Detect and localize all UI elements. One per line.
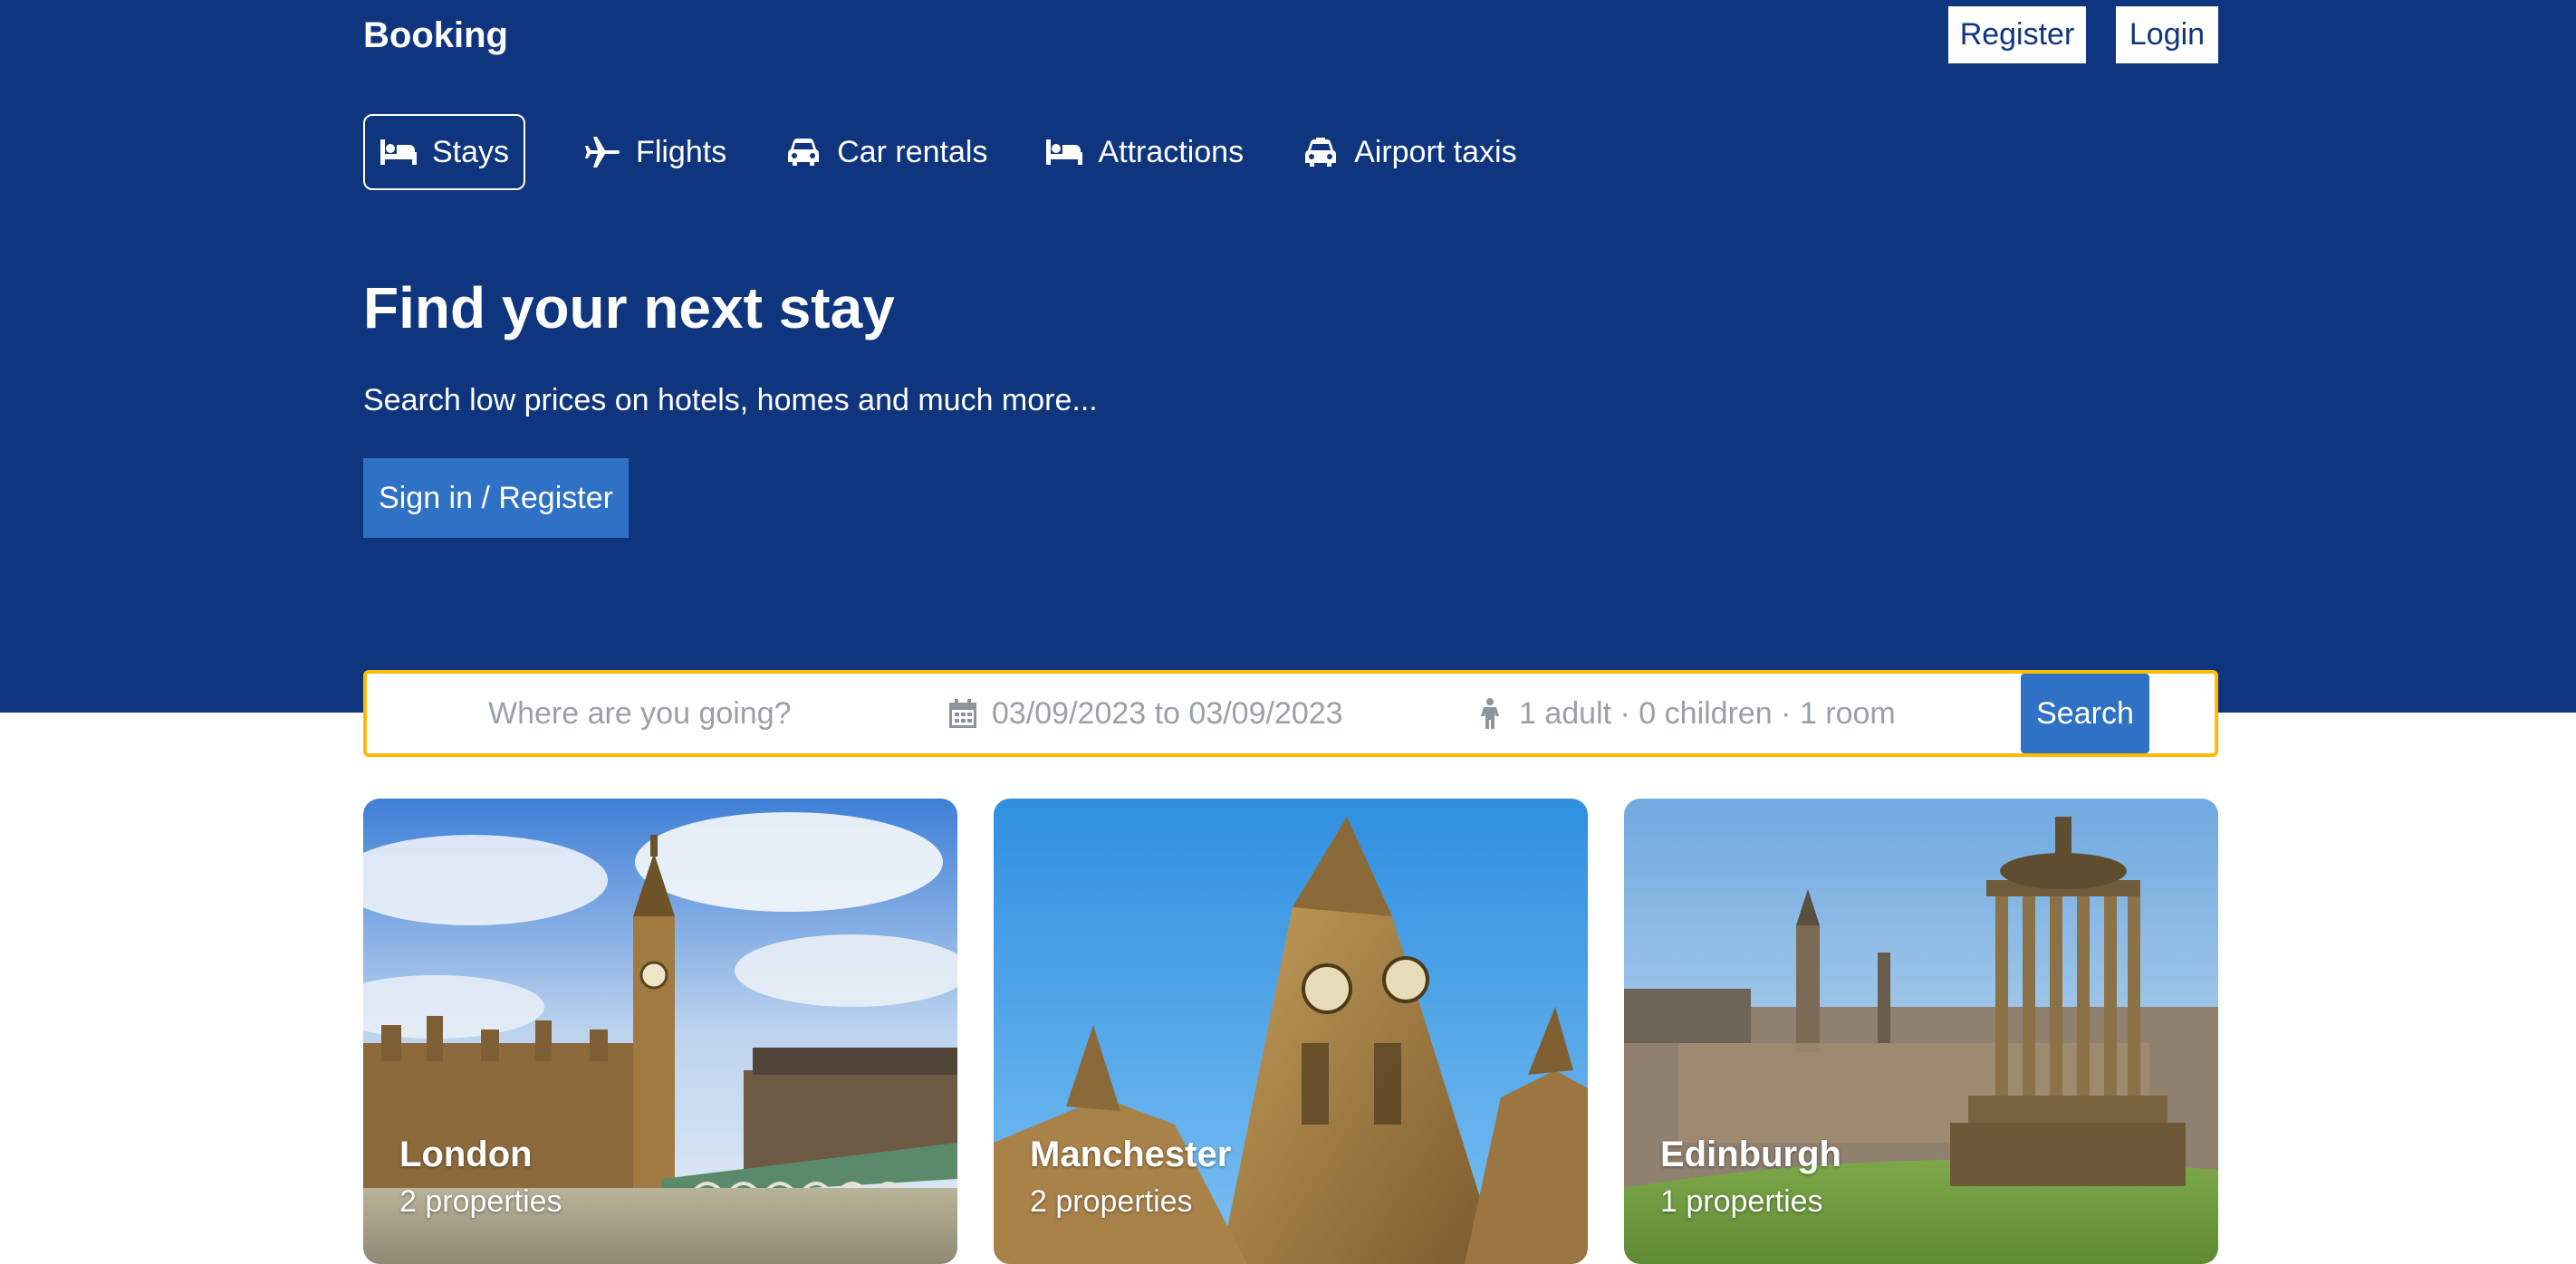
destination-card-london[interactable]: London 2 properties [363,799,957,1264]
destination-card-manchester[interactable]: Manchester 2 properties [994,799,1588,1264]
destination-name: Manchester [1030,1135,1232,1174]
date-range-value: 03/09/2023 to 03/09/2023 [992,695,1343,731]
main-nav: Stays Flights Car rentals Attractions Ai… [363,114,1575,190]
property-count: 1 properties [1660,1184,1823,1219]
guests-value: 1 adult · 0 children · 1 room [1519,695,1896,731]
search-button[interactable]: Search [2021,674,2149,753]
plane-icon [583,137,621,168]
destination-name: Edinburgh [1660,1135,1841,1174]
hero-banner [0,0,2576,713]
guests-field[interactable]: 1 adult · 0 children · 1 room [1474,674,1981,753]
sign-in-register-button[interactable]: Sign in / Register [363,458,629,538]
nav-label: Car rentals [837,134,988,169]
bed-icon [380,137,418,168]
taxi-icon [1302,137,1340,168]
nav-item-flights[interactable]: Flights [583,114,726,190]
brand-logo[interactable]: Booking [363,13,508,58]
nav-item-stays[interactable]: Stays [363,114,526,190]
calendar-icon [947,699,979,728]
destination-field[interactable] [488,674,905,753]
car-icon [784,137,822,168]
nav-item-airport-taxis[interactable]: Airport taxis [1302,114,1517,190]
register-button[interactable]: Register [1948,6,2086,63]
destination-card-edinburgh[interactable]: Edinburgh 1 properties [1624,799,2218,1264]
destination-cards: London 2 properties Manchester 2 propert… [363,799,2218,1264]
hero-subtitle: Search low prices on hotels, homes and m… [363,383,1098,417]
nav-label: Attractions [1098,134,1245,169]
property-count: 2 properties [1030,1184,1193,1219]
property-count: 2 properties [399,1184,562,1219]
page-title: Find your next stay [363,275,895,340]
nav-label: Airport taxis [1354,134,1517,169]
login-button[interactable]: Login [2116,6,2218,63]
nav-item-car-rentals[interactable]: Car rentals [784,114,987,190]
person-icon [1474,698,1506,729]
destination-input[interactable] [488,695,905,732]
search-bar: 03/09/2023 to 03/09/2023 1 adult · 0 chi… [363,670,2218,757]
date-range-field[interactable]: 03/09/2023 to 03/09/2023 [947,674,1418,753]
nav-item-attractions[interactable]: Attractions [1045,114,1244,190]
nav-label: Stays [432,134,510,169]
destination-name: London [399,1135,533,1174]
nav-label: Flights [636,134,727,169]
bed-icon [1045,137,1083,168]
